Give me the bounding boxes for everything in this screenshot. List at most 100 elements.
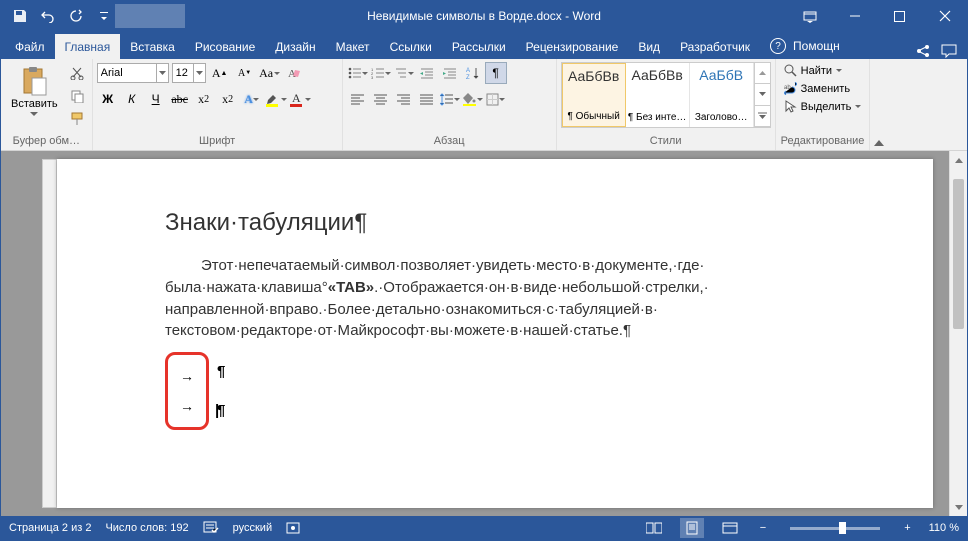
tab-review[interactable]: Рецензирование xyxy=(516,34,629,59)
share-icon[interactable] xyxy=(915,43,931,59)
change-case-button[interactable]: Aa xyxy=(259,62,281,84)
chevron-down-icon xyxy=(30,112,38,116)
format-painter-button[interactable] xyxy=(66,108,88,130)
tab-marks-highlight: → → xyxy=(165,352,209,430)
chevron-down-icon[interactable] xyxy=(193,63,206,83)
scroll-down-icon[interactable] xyxy=(950,498,967,516)
align-center-button[interactable] xyxy=(370,88,392,110)
tell-me[interactable]: ?Помощн xyxy=(760,32,850,59)
copy-button[interactable] xyxy=(66,85,88,107)
document-area: Знаки·табуляции¶ Этот·непечатаемый·симво… xyxy=(1,151,967,516)
tab-layout[interactable]: Макет xyxy=(326,34,380,59)
window-title: Невидимые символы в Ворде.docx - Word xyxy=(367,9,601,23)
strikethrough-button[interactable]: abc xyxy=(169,88,191,110)
font-color-button[interactable]: A xyxy=(289,88,311,110)
vertical-ruler[interactable] xyxy=(42,159,57,508)
grow-font-button[interactable]: A▲ xyxy=(209,62,231,84)
paste-button[interactable]: Вставить xyxy=(5,62,64,120)
undo-icon[interactable] xyxy=(37,5,59,27)
find-button[interactable]: Найти xyxy=(780,62,846,79)
read-mode-icon[interactable] xyxy=(642,518,666,538)
bold-button[interactable]: Ж xyxy=(97,88,119,110)
ribbon-tabs: Файл Главная Вставка Рисование Дизайн Ма… xyxy=(1,31,967,59)
ribbon-options-icon[interactable] xyxy=(787,1,832,31)
bullets-button[interactable] xyxy=(347,62,369,84)
tab-references[interactable]: Ссылки xyxy=(380,34,442,59)
tab-file[interactable]: Файл xyxy=(5,34,55,59)
style-heading1[interactable]: АаБбВЗаголово… xyxy=(690,63,754,127)
word-count[interactable]: Число слов: 192 xyxy=(105,522,188,534)
clear-formatting-button[interactable]: A xyxy=(284,62,306,84)
tab-developer[interactable]: Разработчик xyxy=(670,34,760,59)
minimize-icon[interactable] xyxy=(832,1,877,31)
cut-button[interactable] xyxy=(66,62,88,84)
show-hide-button[interactable]: ¶ xyxy=(485,62,507,84)
superscript-button[interactable]: x2 xyxy=(217,88,239,110)
underline-button[interactable]: Ч xyxy=(145,88,167,110)
align-right-button[interactable] xyxy=(393,88,415,110)
group-font-label: Шрифт xyxy=(97,133,338,150)
pilcrow-mark: ¶ xyxy=(217,363,225,380)
decrease-indent-button[interactable] xyxy=(416,62,438,84)
tab-view[interactable]: Вид xyxy=(628,34,670,59)
style-normal[interactable]: АаБбВв¶ Обычный xyxy=(562,63,626,127)
scroll-thumb[interactable] xyxy=(953,179,964,329)
highlight-button[interactable] xyxy=(265,88,287,110)
multilevel-list-button[interactable] xyxy=(393,62,415,84)
increase-indent-button[interactable] xyxy=(439,62,461,84)
qat-more-icon[interactable] xyxy=(93,5,115,27)
cursor-icon xyxy=(784,100,797,113)
spell-check-icon[interactable] xyxy=(203,521,219,535)
chevron-down-icon[interactable] xyxy=(156,63,169,83)
print-layout-icon[interactable] xyxy=(680,518,704,538)
subscript-button[interactable]: x2 xyxy=(193,88,215,110)
borders-button[interactable] xyxy=(485,88,507,110)
scroll-track[interactable] xyxy=(950,169,967,498)
sort-button[interactable]: AZ xyxy=(462,62,484,84)
text-effects-button[interactable]: A xyxy=(241,88,263,110)
tab-design[interactable]: Дизайн xyxy=(265,34,325,59)
maximize-icon[interactable] xyxy=(877,1,922,31)
shading-button[interactable] xyxy=(462,88,484,110)
svg-text:3: 3 xyxy=(371,75,374,79)
shrink-font-button[interactable]: A▼ xyxy=(234,62,256,84)
group-clipboard-label: Буфер обм… xyxy=(5,133,88,150)
italic-button[interactable]: К xyxy=(121,88,143,110)
language-indicator[interactable]: русский xyxy=(233,522,272,534)
body-paragraph: Этот·непечатаемый·символ·позволяет·увиде… xyxy=(165,255,873,342)
replace-icon: ab xyxy=(784,82,797,95)
tab-mailings[interactable]: Рассылки xyxy=(442,34,516,59)
zoom-slider[interactable] xyxy=(790,527,880,530)
gallery-down-icon[interactable] xyxy=(755,84,770,105)
tab-home[interactable]: Главная xyxy=(55,34,121,59)
replace-button[interactable]: abЗаменить xyxy=(780,80,854,97)
redo-icon[interactable] xyxy=(65,5,87,27)
zoom-in-button[interactable]: + xyxy=(900,522,914,534)
justify-button[interactable] xyxy=(416,88,438,110)
gallery-more-icon[interactable] xyxy=(755,106,770,127)
gallery-up-icon[interactable] xyxy=(755,63,770,84)
user-account[interactable] xyxy=(115,4,185,28)
vertical-scrollbar[interactable] xyxy=(949,151,967,516)
select-button[interactable]: Выделить xyxy=(780,98,866,115)
style-no-spacing[interactable]: АаБбВв¶ Без инте… xyxy=(626,63,690,127)
numbering-button[interactable]: 123 xyxy=(370,62,392,84)
page[interactable]: Знаки·табуляции¶ Этот·непечатаемый·симво… xyxy=(57,159,933,508)
close-icon[interactable] xyxy=(922,1,967,31)
tab-draw[interactable]: Рисование xyxy=(185,34,265,59)
line-spacing-button[interactable] xyxy=(439,88,461,110)
align-left-button[interactable] xyxy=(347,88,369,110)
collapse-ribbon-icon[interactable] xyxy=(869,59,887,150)
zoom-thumb[interactable] xyxy=(839,522,846,534)
page-indicator[interactable]: Страница 2 из 2 xyxy=(9,522,91,534)
scroll-up-icon[interactable] xyxy=(950,151,967,169)
group-paragraph-label: Абзац xyxy=(347,133,552,150)
comments-icon[interactable] xyxy=(941,44,957,58)
zoom-level[interactable]: 110 % xyxy=(929,522,959,534)
zoom-out-button[interactable]: − xyxy=(756,522,770,534)
macro-icon[interactable] xyxy=(286,521,300,535)
save-icon[interactable] xyxy=(9,5,31,27)
web-layout-icon[interactable] xyxy=(718,518,742,538)
group-editing-label: Редактирование xyxy=(780,133,866,150)
tab-insert[interactable]: Вставка xyxy=(120,34,185,59)
